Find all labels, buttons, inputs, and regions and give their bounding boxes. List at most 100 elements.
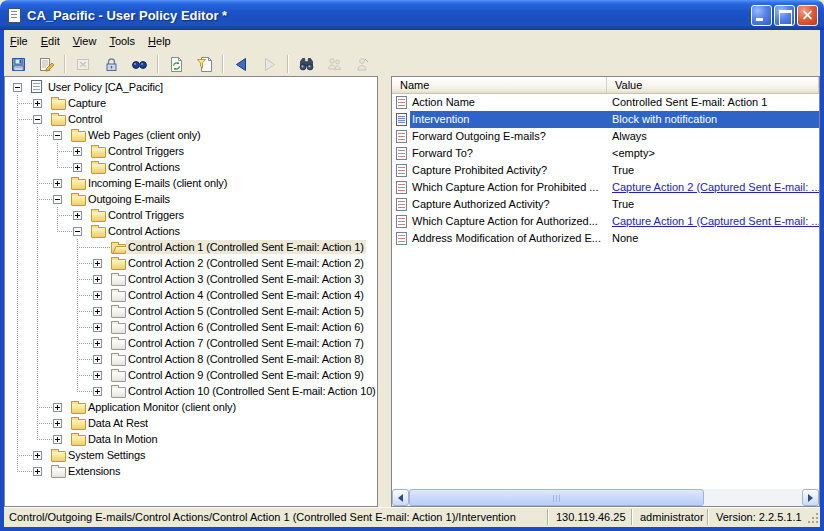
minimize-button[interactable] — [751, 5, 772, 26]
expand-toggle[interactable] — [33, 467, 42, 476]
tree-item[interactable]: Incoming E-mails (client only) — [5, 175, 377, 191]
tree-item[interactable]: System Settings — [5, 447, 377, 463]
tree-item[interactable]: Control Actions — [5, 159, 377, 175]
scrollbar-track[interactable] — [704, 489, 802, 506]
resize-grip[interactable] — [804, 509, 820, 525]
value-link[interactable]: Capture Action 1 (Captured Sent E-mail: … — [612, 215, 819, 227]
tree-item[interactable]: Control Action 1 (Controlled Sent E-mail… — [5, 239, 377, 255]
status-bar: Control/Outgoing E-mails/Control Actions… — [4, 507, 820, 527]
tree-item[interactable]: Data In Motion — [5, 431, 377, 447]
collapse-toggle[interactable] — [13, 83, 22, 92]
scrollbar-thumb[interactable] — [409, 489, 704, 506]
collapse-toggle[interactable] — [53, 131, 62, 140]
expand-toggle[interactable] — [73, 147, 82, 156]
close-button[interactable] — [797, 5, 818, 26]
expand-toggle[interactable] — [53, 419, 62, 428]
tree-item[interactable]: Control Action 6 (Controlled Sent E-mail… — [5, 319, 377, 335]
property-value: Capture Action 1 (Captured Sent E-mail: … — [607, 213, 819, 230]
expand-toggle[interactable] — [93, 387, 102, 396]
tree-guide — [37, 199, 53, 200]
tree-item[interactable]: Web Pages (client only) — [5, 127, 377, 143]
tree-item[interactable]: Control — [5, 111, 377, 127]
tree-item[interactable]: Control Triggers — [5, 143, 377, 159]
collapse-toggle[interactable] — [73, 227, 82, 236]
property-name: Which Capture Action for Prohibited ... — [410, 179, 607, 196]
expand-toggle[interactable] — [53, 179, 62, 188]
edit-policy-button[interactable] — [34, 53, 59, 75]
tree-item[interactable]: Control Triggers — [5, 207, 377, 223]
expand-toggle[interactable] — [93, 323, 102, 332]
expand-toggle[interactable] — [93, 291, 102, 300]
expand-toggle[interactable] — [93, 355, 102, 364]
details-header: Name Value — [392, 77, 819, 94]
tree-item[interactable]: Control Action 4 (Controlled Sent E-mail… — [5, 287, 377, 303]
maximize-button[interactable] — [774, 5, 795, 26]
property-row[interactable]: Which Capture Action for Authorized...Ca… — [392, 213, 819, 230]
tree-item[interactable]: Control Action 8 (Controlled Sent E-mail… — [5, 351, 377, 367]
tree-item[interactable]: Control Action 7 (Controlled Sent E-mail… — [5, 335, 377, 351]
property-row[interactable]: Forward Outgoing E-mails?Always — [392, 128, 819, 145]
tree-item[interactable]: Control Action 3 (Controlled Sent E-mail… — [5, 271, 377, 287]
property-row[interactable]: Action NameControlled Sent E-mail: Actio… — [392, 94, 819, 111]
filter-page-button[interactable] — [192, 53, 217, 75]
expand-toggle[interactable] — [93, 307, 102, 316]
expand-toggle[interactable] — [93, 339, 102, 348]
title-bar[interactable]: CA_Pacific - User Policy Editor * — [0, 0, 824, 30]
scroll-right-button[interactable] — [802, 489, 819, 506]
tree-item[interactable]: Outgoing E-mails — [5, 191, 377, 207]
property-row[interactable]: Address Modification of Authorized E...N… — [392, 230, 819, 247]
tree-item[interactable]: Control Action 9 (Controlled Sent E-mail… — [5, 367, 377, 383]
expand-toggle[interactable] — [33, 99, 42, 108]
property-icon-cell — [392, 94, 410, 111]
lock-button[interactable] — [99, 53, 124, 75]
property-row[interactable]: Capture Prohibited Activity?True — [392, 162, 819, 179]
tree-item[interactable]: Control Action 10 (Controlled Sent E-mai… — [5, 383, 377, 399]
scroll-left-button[interactable] — [392, 489, 409, 506]
expand-toggle[interactable] — [33, 451, 42, 460]
menu-file[interactable]: File — [4, 32, 35, 50]
property-icon-cell — [392, 128, 410, 145]
expand-toggle[interactable] — [73, 211, 82, 220]
tree-item[interactable]: Extensions — [5, 463, 377, 479]
tree-item[interactable]: Application Monitor (client only) — [5, 399, 377, 415]
find-button[interactable] — [294, 53, 319, 75]
menu-help[interactable]: Help — [142, 32, 178, 50]
property-icon-cell — [392, 196, 410, 213]
horizontal-scrollbar[interactable] — [392, 489, 819, 506]
tree-item[interactable]: Control Actions — [5, 223, 377, 239]
view-policy-button[interactable] — [127, 53, 152, 75]
tree-item-label: Control Actions — [106, 224, 182, 238]
expand-toggle[interactable] — [93, 259, 102, 268]
property-row[interactable]: Forward To?<empty> — [392, 145, 819, 162]
expand-toggle[interactable] — [93, 371, 102, 380]
column-header-name[interactable]: Name — [392, 77, 607, 93]
refresh-page-button[interactable] — [164, 53, 189, 75]
property-row[interactable]: Which Capture Action for Prohibited ... C… — [392, 179, 819, 196]
property-value: Capture Action 2 (Captured Sent E-mail: … — [607, 179, 819, 196]
collapse-toggle[interactable] — [53, 195, 62, 204]
tree-guide — [17, 415, 18, 431]
menu-edit[interactable]: Edit — [35, 32, 67, 50]
property-icon-cell — [392, 213, 410, 230]
tree-item[interactable]: Control Action 2 (Controlled Sent E-mail… — [5, 255, 377, 271]
folder-gray-icon — [111, 307, 126, 318]
column-header-value[interactable]: Value — [607, 77, 819, 93]
property-row[interactable]: InterventionBlock with notification — [392, 111, 819, 128]
tree-item[interactable]: Data At Rest — [5, 415, 377, 431]
expand-toggle[interactable] — [93, 275, 102, 284]
expand-toggle[interactable] — [73, 163, 82, 172]
expand-toggle[interactable] — [53, 435, 62, 444]
tree-item-label: Incoming E-mails (client only) — [86, 176, 229, 190]
save-button[interactable] — [6, 53, 31, 75]
expand-toggle[interactable] — [53, 403, 62, 412]
tree-item[interactable]: Capture — [5, 95, 377, 111]
value-link[interactable]: Capture Action 2 (Captured Sent E-mail: … — [612, 181, 819, 193]
back-button[interactable] — [229, 53, 254, 75]
tree-item[interactable]: User Policy [CA_Pacific] — [5, 79, 377, 95]
collapse-toggle[interactable] — [33, 115, 42, 124]
property-row[interactable]: Capture Authorized Activity?True — [392, 196, 819, 213]
menu-view[interactable]: View — [67, 32, 104, 50]
right-arrow-icon — [808, 494, 817, 502]
menu-tools[interactable]: Tools — [103, 32, 142, 50]
tree-item[interactable]: Control Action 5 (Controlled Sent E-mail… — [5, 303, 377, 319]
